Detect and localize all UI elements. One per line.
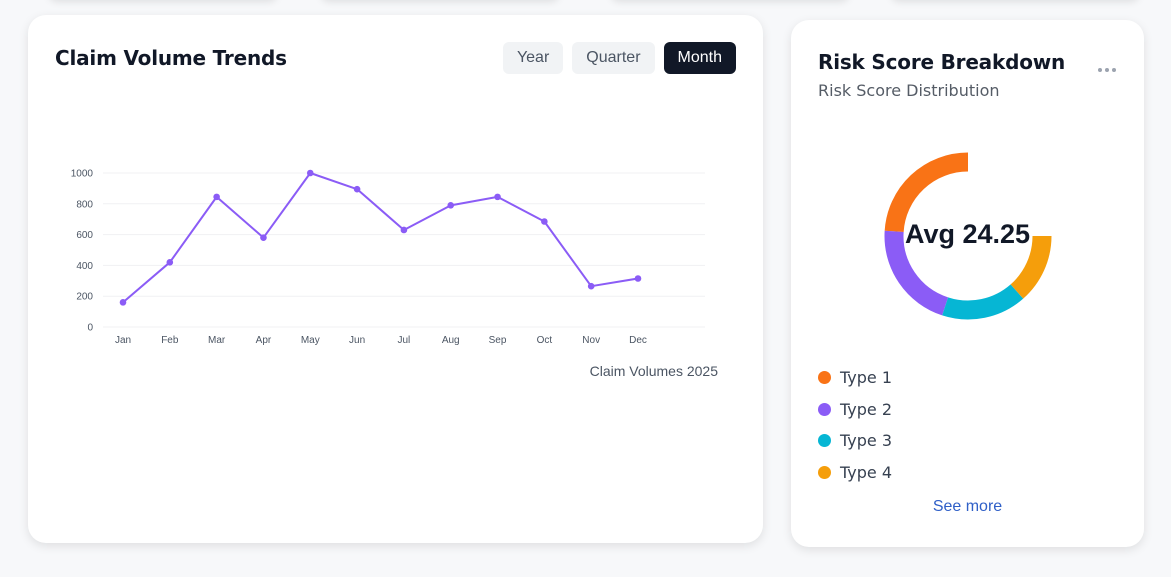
x-tick-label: Jun [349,335,365,346]
data-point[interactable] [587,282,595,290]
series-line [122,172,639,304]
data-point[interactable] [260,234,267,241]
chart-caption: Claim Volumes 2025 [589,363,718,379]
y-tick-label: 0 [87,323,93,334]
legend-item: Type 4 [818,457,892,489]
x-tick-label: Feb [161,335,179,346]
data-point[interactable] [119,299,127,306]
y-tick-label: 200 [76,292,93,303]
y-tick-label: 800 [76,199,93,210]
data-point[interactable] [400,226,408,234]
x-tick-label: Oct [537,335,553,346]
legend-item: Type 1 [818,362,892,394]
legend-color-dot [818,402,831,416]
y-tick-label: 400 [76,261,93,272]
legend-item: Type 2 [818,394,892,426]
donut-slice[interactable] [942,284,1024,320]
x-tick-label: Aug [442,335,460,346]
claim-volume-trends-card: Claim Volume Trends Year Quarter Month 0 20… [28,15,763,543]
x-tick-label: May [301,335,320,346]
legend-item: Type 3 [818,425,892,457]
x-tick-label: Jul [398,335,411,346]
risk-donut-chart [884,152,1052,320]
risk-legend: Type 1 Type 2 Type 3 Type 4 [818,362,892,488]
legend-label: Type 4 [840,463,893,483]
data-point[interactable] [494,193,501,201]
donut-center-label: Avg 24.25 [904,219,1031,249]
data-point[interactable] [353,185,361,193]
data-point[interactable] [306,169,314,177]
x-tick-label: Dec [629,335,647,346]
legend-label: Type 2 [840,399,893,419]
data-point[interactable] [541,218,548,225]
see-more-link[interactable]: See more [791,498,1144,516]
legend-color-dot [818,434,831,448]
legend-color-dot [818,371,831,385]
y-tick-label: 1000 [71,169,94,180]
x-tick-label: Mar [208,335,226,346]
y-tick-label: 600 [76,230,93,241]
data-point[interactable] [447,202,455,209]
legend-color-dot [818,466,831,480]
x-tick-label: Sep [489,335,507,346]
x-tick-label: Apr [256,335,272,346]
data-point[interactable] [213,193,220,201]
x-tick-label: Nov [582,335,600,346]
data-point[interactable] [634,275,642,282]
legend-label: Type 3 [840,431,893,451]
x-tick-label: Jan [115,335,131,346]
claim-volume-line-chart: 0 200 400 600 800 1000 Jan Feb Mar Apr May Jun Jul Au… [71,169,705,346]
data-point[interactable] [166,259,174,266]
legend-label: Type 1 [840,368,893,388]
risk-score-card: Risk Score Breakdown Risk Score Distribu… [791,20,1144,547]
